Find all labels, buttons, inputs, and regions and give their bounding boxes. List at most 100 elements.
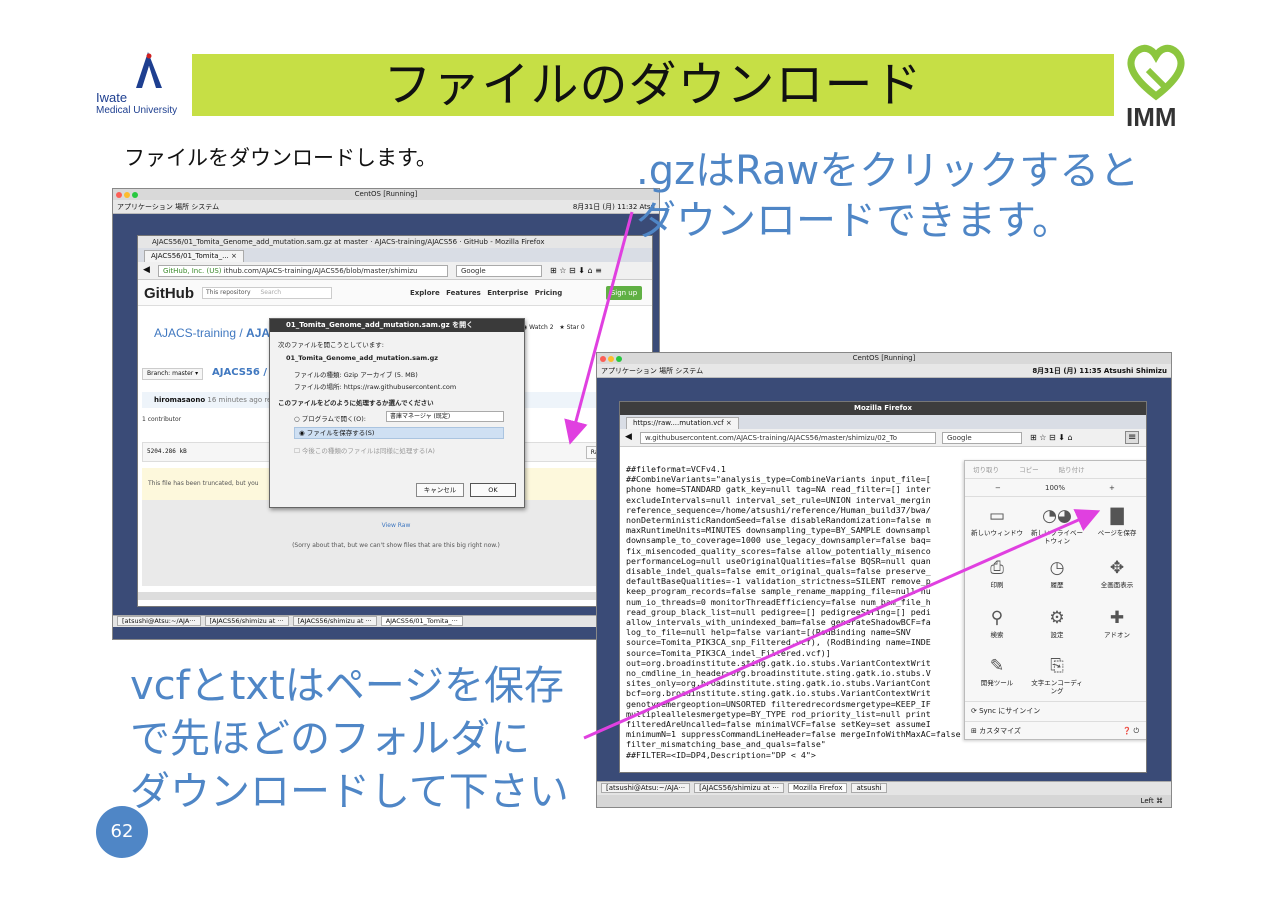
menu-encoding[interactable]: ⎘ 文字エンコーディング — [1029, 655, 1085, 695]
watch-button[interactable]: ◉ Watch 2 — [522, 324, 554, 331]
vcf-line: read_group_black_list=null pedigree=[] p… — [626, 606, 931, 617]
vcf-line: ##fileformat=VCFv4.1 — [626, 464, 726, 474]
github-nav[interactable]: Explore Features Enterprise Pricing — [410, 289, 562, 297]
menu-icon[interactable]: ≡ — [1125, 431, 1140, 444]
gnome-top-panel: アプリケーション 場所 システム 8月31日 (月) 11:32 Atsu — [113, 200, 659, 214]
copy-button[interactable]: コピー — [1019, 466, 1039, 474]
watch-star-bar[interactable]: ◉ Watch 2 ★ Star 0 — [522, 324, 585, 331]
tab-vcf[interactable]: https://raw....mutation.vcf × — [626, 417, 739, 429]
signup-button[interactable]: Sign up — [606, 286, 642, 300]
radio-open-with[interactable]: ○ プログラムで開く(O): — [294, 413, 366, 423]
vcf-line: fix_misencoded_quality_scores=false allo… — [626, 545, 931, 556]
ok-button[interactable]: OK — [470, 483, 516, 497]
back-icon[interactable]: ◀ — [625, 432, 632, 442]
vcf-line: bcf=org.broadinstitute.sting.gatk.io.stu… — [626, 688, 931, 699]
customize-button[interactable]: ⊞ カスタマイズ ❓ ⏻ — [965, 721, 1146, 740]
developer-icon: ✎ — [989, 656, 1005, 676]
menu-private-window[interactable]: ◔◕ 新しいプライベートウィン — [1029, 505, 1085, 545]
star-button[interactable]: ★ Star 0 — [559, 324, 584, 331]
panel-menu[interactable]: アプリケーション 場所 システム — [117, 200, 219, 214]
paste-button[interactable]: 貼り付け — [1059, 466, 1085, 474]
github-logo[interactable]: GitHub — [144, 285, 194, 302]
vcf-line: phone home=STANDARD gatk_key=null tag=NA… — [626, 484, 931, 495]
menu-developer[interactable]: ✎ 開発ツール — [969, 655, 1025, 687]
vcf-line: nonDeterministicRandomSeed=false disable… — [626, 515, 931, 526]
system-tray: Left ⌘ — [597, 795, 1171, 807]
vcf-line: keep_program_records=false sample_rename… — [626, 586, 931, 597]
search-input[interactable]: Google — [456, 265, 542, 277]
vcf-line: disable_indel_quals=false emit_original_… — [626, 566, 931, 577]
open-with-select[interactable]: 書庫マネージャ (既定) — [386, 411, 504, 422]
taskbar-item[interactable]: [AJACS56/shimizu at ··· — [292, 616, 377, 626]
vcf-line: source=Tomita_PIK3CA_snp_Filtered.vcf), … — [626, 637, 931, 648]
radio-save-file[interactable]: ◉ ファイルを保存する(S) — [294, 427, 504, 439]
contributors[interactable]: 1 contributor — [142, 416, 181, 423]
site-identity: GitHub, Inc. (US) — [163, 267, 222, 275]
cut-button[interactable]: 切り取り — [973, 466, 999, 474]
back-icon[interactable]: ◀ — [143, 265, 150, 275]
taskbar-item[interactable]: [AJACS56/shimizu at ··· — [204, 616, 289, 626]
slide-title: ファイルのダウンロード — [383, 57, 923, 113]
taskbar-item[interactable]: [atsushi@Atsu:~/AJA··· — [117, 616, 201, 626]
sync-signin[interactable]: ⟳ Sync にサインイン — [965, 701, 1146, 719]
screenshot-download-dialog: CentOS [Running] アプリケーション 場所 システム 8月31日 … — [112, 188, 660, 640]
search-input[interactable]: Google — [942, 432, 1022, 444]
taskbar: [atsushi@Atsu:~/AJA··· [AJACS56/shimizu a… — [113, 615, 659, 627]
taskbar-item-active[interactable]: Mozilla Firefox — [787, 783, 848, 793]
close-icon[interactable] — [116, 192, 122, 198]
menu-addons[interactable]: ✚ アドオン — [1089, 607, 1145, 639]
panel-menu[interactable]: アプリケーション 場所 システム — [601, 364, 703, 378]
dialog-question: このファイルをどのように処理するか選んでください — [278, 399, 434, 407]
too-big-message: (Sorry about that, but we can't show fil… — [292, 542, 500, 549]
view-raw-link[interactable]: View Raw — [142, 522, 650, 529]
maximize-icon[interactable] — [132, 192, 138, 198]
search-icon: ⚲ — [990, 608, 1004, 628]
taskbar-item[interactable]: [AJACS56/shimizu at ··· — [694, 783, 784, 793]
remember-checkbox[interactable]: ☐ 今後この種類のファイルは同様に処理する(A) — [294, 445, 435, 455]
close-icon[interactable] — [600, 356, 606, 362]
tab-github-file[interactable]: AJACS56/01_Tomita_... × — [144, 250, 244, 262]
cancel-button[interactable]: キャンセル — [416, 483, 464, 497]
logo-text-iwate: Iwate — [96, 90, 128, 105]
vcf-line: ##FILTER=<ID=DP4,Description="DP < 4"> — [626, 749, 816, 760]
branch-selector[interactable]: Branch: master ▾ — [142, 368, 204, 380]
menu-fullscreen[interactable]: ✥ 全画面表示 — [1089, 557, 1145, 589]
firefox-menu-panel: 切り取り コピー 貼り付け − 100% + ▭ 新しいウィンドウ ◔◕ 新しいプラ… — [964, 460, 1146, 740]
toolbar-icons[interactable]: ⊞ ☆ ⊟ ⬇ ⌂ — [1030, 433, 1073, 442]
url-input[interactable]: GitHub, Inc. (US) ithub.com/AJACS-traini… — [158, 265, 448, 277]
taskbar-item-active[interactable]: AJACS56/01_Tomita_··· — [380, 616, 463, 626]
navigation-bar: ◀ GitHub, Inc. (US) ithub.com/AJACS-trai… — [138, 262, 652, 280]
help-power-icons[interactable]: ❓ ⏻ — [1123, 722, 1139, 740]
firefox-title: Mozilla Firefox — [620, 402, 1146, 415]
maximize-icon[interactable] — [616, 356, 622, 362]
vcf-line: ##CombineVariants="analysis_type=Combine… — [626, 474, 931, 485]
minimize-icon[interactable] — [124, 192, 130, 198]
callout-gz-raw: .gzはRawをクリックすると ダウンロードできます。 — [636, 146, 1139, 246]
repo-search-input[interactable]: This repository Search — [202, 287, 332, 299]
vcf-line: filteredAreUncalled=false minimalVCF=fal… — [626, 719, 931, 730]
minimize-icon[interactable] — [608, 356, 614, 362]
zoom-out-button[interactable]: − — [995, 479, 1001, 497]
toolbar-icons[interactable]: ⊞ ☆ ⊟ ⬇ ⌂ ≡ — [550, 266, 602, 275]
vm-window-title: CentOS [Running] — [597, 353, 1171, 364]
taskbar-item[interactable]: atsushi — [851, 783, 887, 793]
vm-title-text: CentOS [Running] — [354, 190, 418, 198]
horizontal-scrollbar[interactable] — [138, 592, 652, 600]
menu-print[interactable]: ⎙ 印刷 — [969, 557, 1025, 589]
menu-save-page[interactable]: ▇ ページを保存 — [1089, 505, 1145, 537]
menu-new-window[interactable]: ▭ 新しいウィンドウ — [969, 505, 1025, 537]
menu-settings[interactable]: ⚙ 設定 — [1029, 607, 1085, 639]
vcf-line: out=org.broadinstitute.sting.gatk.io.stu… — [626, 657, 931, 668]
repo-title[interactable]: AJACS-training / AJACS — [154, 326, 287, 340]
zoom-in-button[interactable]: + — [1109, 479, 1115, 497]
vcf-line: downsample_to_coverage=1000 use_legacy_d… — [626, 535, 931, 546]
url-input[interactable]: w.githubusercontent.com/AJACS-training/A… — [640, 432, 936, 444]
slide-subtitle: ファイルをダウンロードします。 — [124, 146, 437, 170]
menu-search[interactable]: ⚲ 検索 — [969, 607, 1025, 639]
taskbar-item[interactable]: [atsushi@Atsu:~/AJA··· — [601, 783, 691, 793]
vcf-line: multipleallelesmergetype=BY_TYPE rod_pri… — [626, 708, 931, 719]
file-blob: View Raw (Sorry about that, but we can't… — [142, 500, 650, 586]
firefox-window-vcf: Mozilla Firefox https://raw....mutation.… — [619, 401, 1147, 773]
zoom-reset-button[interactable]: 100% — [1045, 479, 1065, 497]
menu-history[interactable]: ◷ 履歴 — [1029, 557, 1085, 589]
